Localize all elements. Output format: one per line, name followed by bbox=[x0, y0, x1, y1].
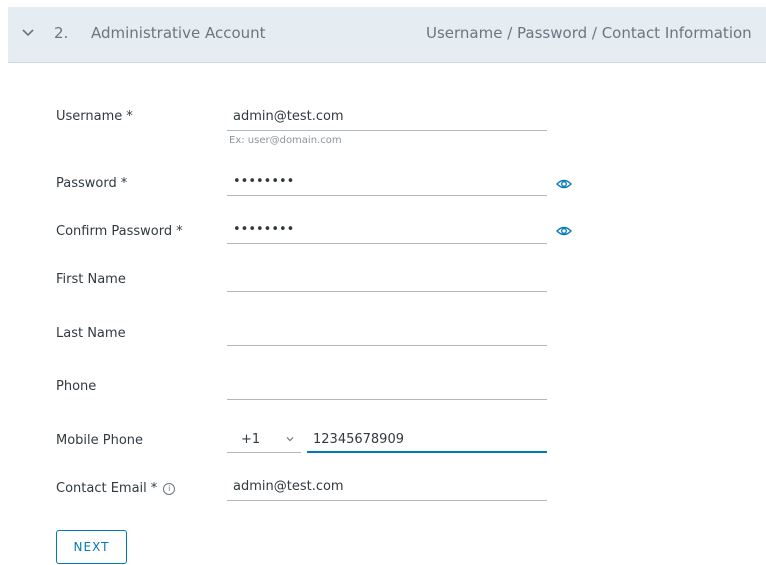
phone-label: Phone bbox=[56, 379, 97, 394]
username-label: Username * bbox=[56, 109, 133, 124]
password-input[interactable] bbox=[227, 169, 543, 193]
first-name-label: First Name bbox=[56, 272, 126, 287]
last-name-label: Last Name bbox=[56, 326, 126, 341]
confirm-password-label: Confirm Password * bbox=[56, 224, 183, 239]
username-helper: Ex: user@domain.com bbox=[229, 135, 342, 146]
mobile-phone-label: Mobile Phone bbox=[56, 433, 144, 448]
username-input[interactable] bbox=[227, 104, 543, 128]
first-name-field-wrap bbox=[227, 265, 547, 292]
country-code-value: +1 bbox=[241, 432, 261, 447]
phone-input[interactable] bbox=[227, 373, 543, 397]
confirm-password-input[interactable] bbox=[227, 217, 543, 241]
required-marker: * bbox=[176, 224, 183, 239]
eye-icon[interactable] bbox=[556, 178, 572, 190]
username-field-wrap bbox=[227, 104, 547, 131]
info-icon[interactable]: i bbox=[163, 483, 176, 495]
last-name-field-wrap bbox=[227, 319, 547, 346]
required-marker: * bbox=[126, 109, 133, 124]
first-name-input[interactable] bbox=[227, 265, 543, 289]
password-label: Password * bbox=[56, 176, 128, 191]
step-header[interactable]: 2. Administrative Account Username / Pas… bbox=[8, 7, 766, 63]
mobile-phone-field-wrap bbox=[307, 427, 547, 453]
eye-icon[interactable] bbox=[556, 225, 572, 237]
phone-field-wrap bbox=[227, 373, 547, 400]
country-code-select[interactable]: +1 bbox=[227, 427, 301, 453]
step-number: 2. bbox=[54, 24, 69, 42]
chevron-down-icon bbox=[286, 437, 294, 442]
step-title: Administrative Account bbox=[91, 24, 266, 42]
contact-email-label: Contact Email * i bbox=[56, 481, 176, 496]
required-marker: * bbox=[150, 481, 158, 496]
mobile-phone-input[interactable] bbox=[307, 427, 543, 451]
last-name-input[interactable] bbox=[227, 319, 543, 343]
contact-email-input[interactable] bbox=[227, 474, 543, 498]
contact-email-field-wrap bbox=[227, 474, 547, 501]
step-summary: Username / Password / Contact Informatio… bbox=[426, 24, 752, 42]
required-marker: * bbox=[120, 176, 128, 191]
chevron-down-icon[interactable] bbox=[20, 24, 36, 40]
confirm-password-field-wrap bbox=[227, 217, 547, 244]
next-button[interactable]: NEXT bbox=[56, 530, 127, 564]
password-field-wrap bbox=[227, 169, 547, 196]
